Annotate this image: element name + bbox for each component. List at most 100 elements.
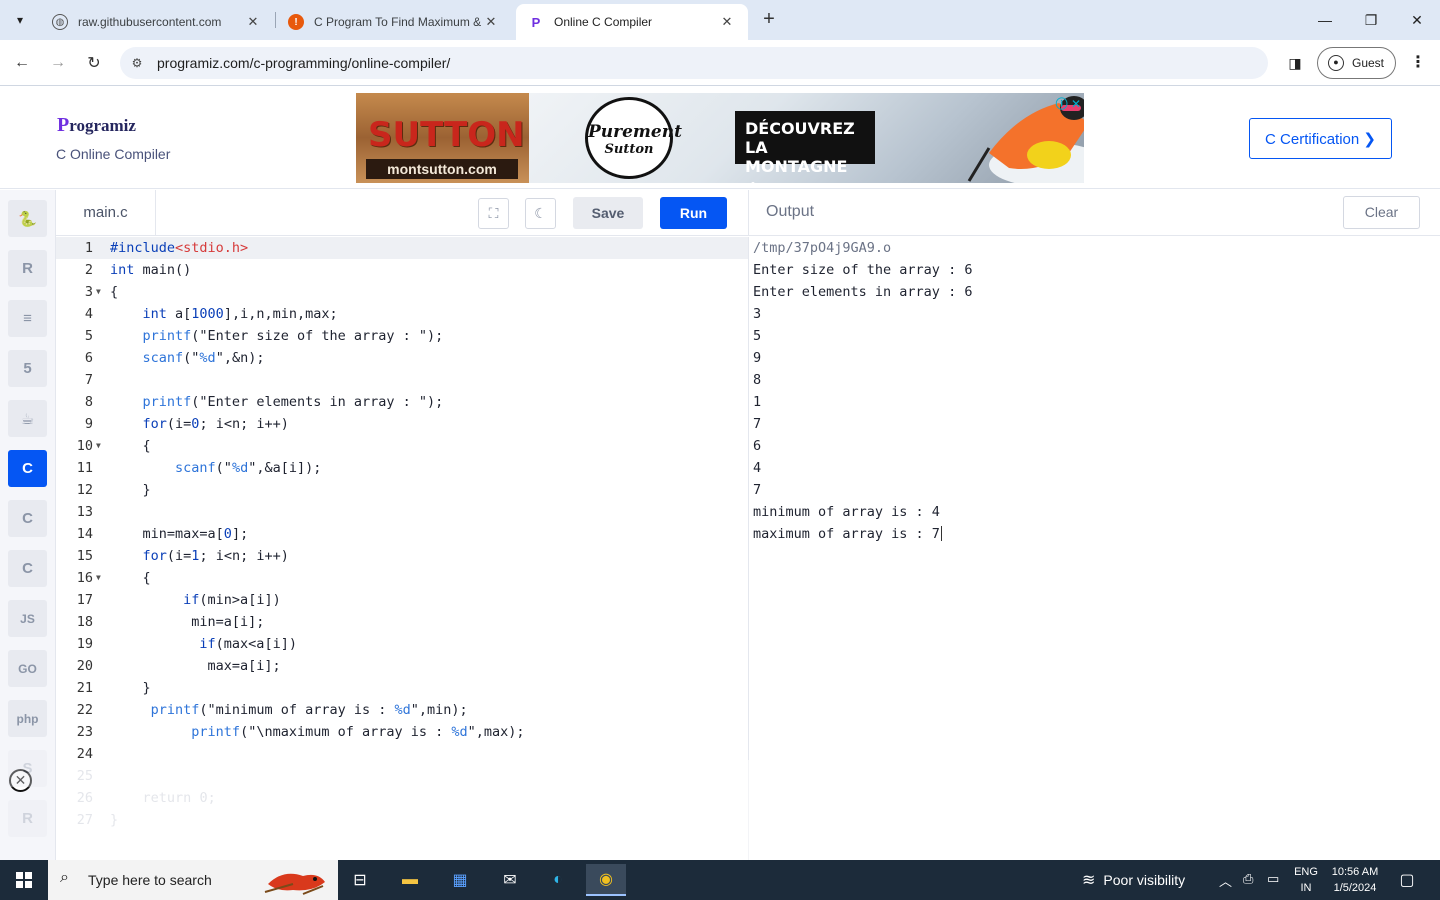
code-line[interactable]: 24 [56, 743, 748, 765]
profile-button[interactable]: ● Guest [1317, 47, 1396, 79]
code-line[interactable]: 5 printf("Enter size of the array : "); [56, 325, 748, 347]
language-html-icon[interactable]: 5 [8, 350, 47, 387]
code-line[interactable]: 15 for(i=1; i<n; i++) [56, 545, 748, 567]
language-csharp-icon[interactable]: C [8, 550, 47, 587]
minimize-button[interactable]: — [1302, 0, 1348, 40]
network-icon[interactable]: ▭ [1267, 871, 1279, 887]
side-panel-icon[interactable]: ◨ [1284, 52, 1306, 74]
fold-toggle-icon[interactable]: ▼ [96, 435, 101, 457]
restore-button[interactable]: ❐ [1348, 0, 1394, 40]
code-text[interactable]: printf("\nmaximum of array is : %d",max)… [110, 721, 524, 743]
close-tab-icon[interactable]: ✕ [244, 14, 262, 30]
microsoft-store-icon[interactable]: ▦ [440, 864, 480, 896]
code-line[interactable]: 13 [56, 501, 748, 523]
clear-button[interactable]: Clear [1343, 196, 1420, 229]
language-python-icon[interactable]: 🐍 [8, 200, 47, 237]
mail-icon[interactable]: ✉ [490, 864, 530, 896]
code-line[interactable]: 6 scanf("%d",&n); [56, 347, 748, 369]
edge-browser-icon[interactable]: ◐ [538, 864, 578, 896]
code-text[interactable]: if(max<a[i]) [110, 633, 297, 655]
code-line[interactable]: 1 #include<stdio.h> [56, 237, 748, 259]
weather-widget[interactable]: ≋ Poor visibility [1082, 870, 1185, 890]
language-swift-icon[interactable]: S [8, 750, 47, 787]
fullscreen-icon[interactable]: ⛶ [478, 198, 509, 229]
code-text[interactable]: printf("Enter elements in array : "); [110, 391, 444, 413]
code-text[interactable]: } [110, 677, 151, 699]
new-tab-button[interactable]: + [758, 8, 780, 30]
language-cpp-icon[interactable]: C [8, 500, 47, 537]
meet-now-icon[interactable]: ⎙ [1243, 871, 1253, 887]
code-line[interactable]: 27} [56, 809, 748, 831]
code-line[interactable]: 26 return 0; [56, 787, 748, 809]
run-button[interactable]: Run [660, 197, 727, 229]
code-line[interactable]: 9 for(i=0; i<n; i++) [56, 413, 748, 435]
language-php-icon[interactable]: php [8, 700, 47, 737]
save-button[interactable]: Save [573, 197, 643, 229]
code-text[interactable]: { [110, 281, 118, 303]
code-line[interactable]: 21 } [56, 677, 748, 699]
language-rust-icon[interactable]: R [8, 800, 47, 837]
address-bar[interactable]: ⚙ programiz.com/c-programming/online-com… [120, 47, 1268, 79]
close-window-button[interactable]: ✕ [1394, 0, 1440, 40]
code-text[interactable]: return 0; [110, 787, 216, 809]
input-language-indicator[interactable]: ENG IN [1291, 864, 1321, 896]
show-hidden-icons-icon[interactable]: ︿ [1219, 871, 1232, 890]
code-line[interactable]: 12 } [56, 479, 748, 501]
c-certification-button[interactable]: C Certification ❯ [1249, 118, 1392, 159]
fold-toggle-icon[interactable]: ▼ [96, 567, 101, 589]
dark-mode-icon[interactable]: ☾ [525, 198, 556, 229]
code-line[interactable]: 18 min=a[i]; [56, 611, 748, 633]
task-view-icon[interactable]: ⊟ [340, 864, 380, 896]
language-js-icon[interactable]: JS [8, 600, 47, 637]
language-java-icon[interactable]: ☕ [8, 400, 47, 437]
code-text[interactable]: for(i=0; i<n; i++) [110, 413, 289, 435]
programiz-logo[interactable]: Programiz [57, 114, 136, 137]
close-tab-icon[interactable]: ✕ [482, 14, 500, 30]
code-text[interactable]: } [110, 479, 151, 501]
browser-menu-icon[interactable]: ⋮ [1408, 50, 1428, 76]
reload-button[interactable]: ↻ [80, 49, 108, 77]
code-line[interactable]: 16 ▼ { [56, 567, 748, 589]
code-line[interactable]: 19 if(max<a[i]) [56, 633, 748, 655]
code-text[interactable]: { [110, 435, 151, 457]
code-line[interactable]: 7 [56, 369, 748, 391]
code-text[interactable]: max=a[i]; [110, 655, 281, 677]
url-text[interactable]: programiz.com/c-programming/online-compi… [157, 55, 450, 71]
taskbar-search-box[interactable]: ⌕ Type here to search [48, 860, 338, 900]
code-text[interactable]: min=max=a[0]; [110, 523, 249, 545]
advertisement-banner[interactable]: SUTTON montsutton.com Purement Sutton DÉ… [356, 93, 1084, 183]
notifications-icon[interactable]: ▢ [1396, 870, 1418, 890]
language-sql-icon[interactable]: ≡ [8, 300, 47, 337]
code-text[interactable]: #include<stdio.h> [110, 237, 248, 259]
code-text[interactable]: scanf("%d",&a[i]); [110, 457, 321, 479]
code-line[interactable]: 11 scanf("%d",&a[i]); [56, 457, 748, 479]
fold-toggle-icon[interactable]: ▼ [96, 281, 101, 303]
code-line[interactable]: 20 max=a[i]; [56, 655, 748, 677]
code-text[interactable]: } [110, 809, 118, 831]
tab-search-button[interactable]: ▾ [6, 6, 34, 34]
tab-online-c-compiler[interactable]: P Online C Compiler ✕ [516, 4, 748, 40]
forward-button[interactable]: → [44, 49, 72, 77]
language-r-icon[interactable]: R [8, 250, 47, 287]
language-c-icon[interactable]: C [8, 450, 47, 487]
file-explorer-icon[interactable]: ▬ [390, 864, 430, 896]
close-tab-icon[interactable]: ✕ [718, 14, 736, 30]
system-clock[interactable]: 10:56 AM 1/5/2024 [1326, 864, 1384, 896]
code-text[interactable]: for(i=1; i<n; i++) [110, 545, 289, 567]
code-line[interactable]: 17 if(min>a[i]) [56, 589, 748, 611]
code-line[interactable]: 2 int main() [56, 259, 748, 281]
code-text[interactable]: min=a[i]; [110, 611, 264, 633]
output-console[interactable]: /tmp/37pO4j9GA9.o Enter size of the array… [748, 237, 1440, 860]
code-line[interactable]: 3 ▼ { [56, 281, 748, 303]
code-line[interactable]: 23 printf("\nmaximum of array is : %d",m… [56, 721, 748, 743]
start-button[interactable] [0, 860, 48, 900]
tab-c-program-max[interactable]: ! C Program To Find Maximum & ✕ [276, 4, 512, 40]
ad-close-icon[interactable]: ⓘ ✕ [1056, 95, 1081, 112]
code-text[interactable]: int main() [110, 259, 191, 281]
code-line[interactable]: 8 printf("Enter elements in array : "); [56, 391, 748, 413]
code-line[interactable]: 22 printf("minimum of array is : %d",min… [56, 699, 748, 721]
code-text[interactable]: { [110, 567, 151, 589]
file-tab-main-c[interactable]: main.c [56, 190, 156, 236]
code-text[interactable]: if(min>a[i]) [110, 589, 281, 611]
site-info-icon[interactable]: ⚙ [128, 54, 146, 72]
